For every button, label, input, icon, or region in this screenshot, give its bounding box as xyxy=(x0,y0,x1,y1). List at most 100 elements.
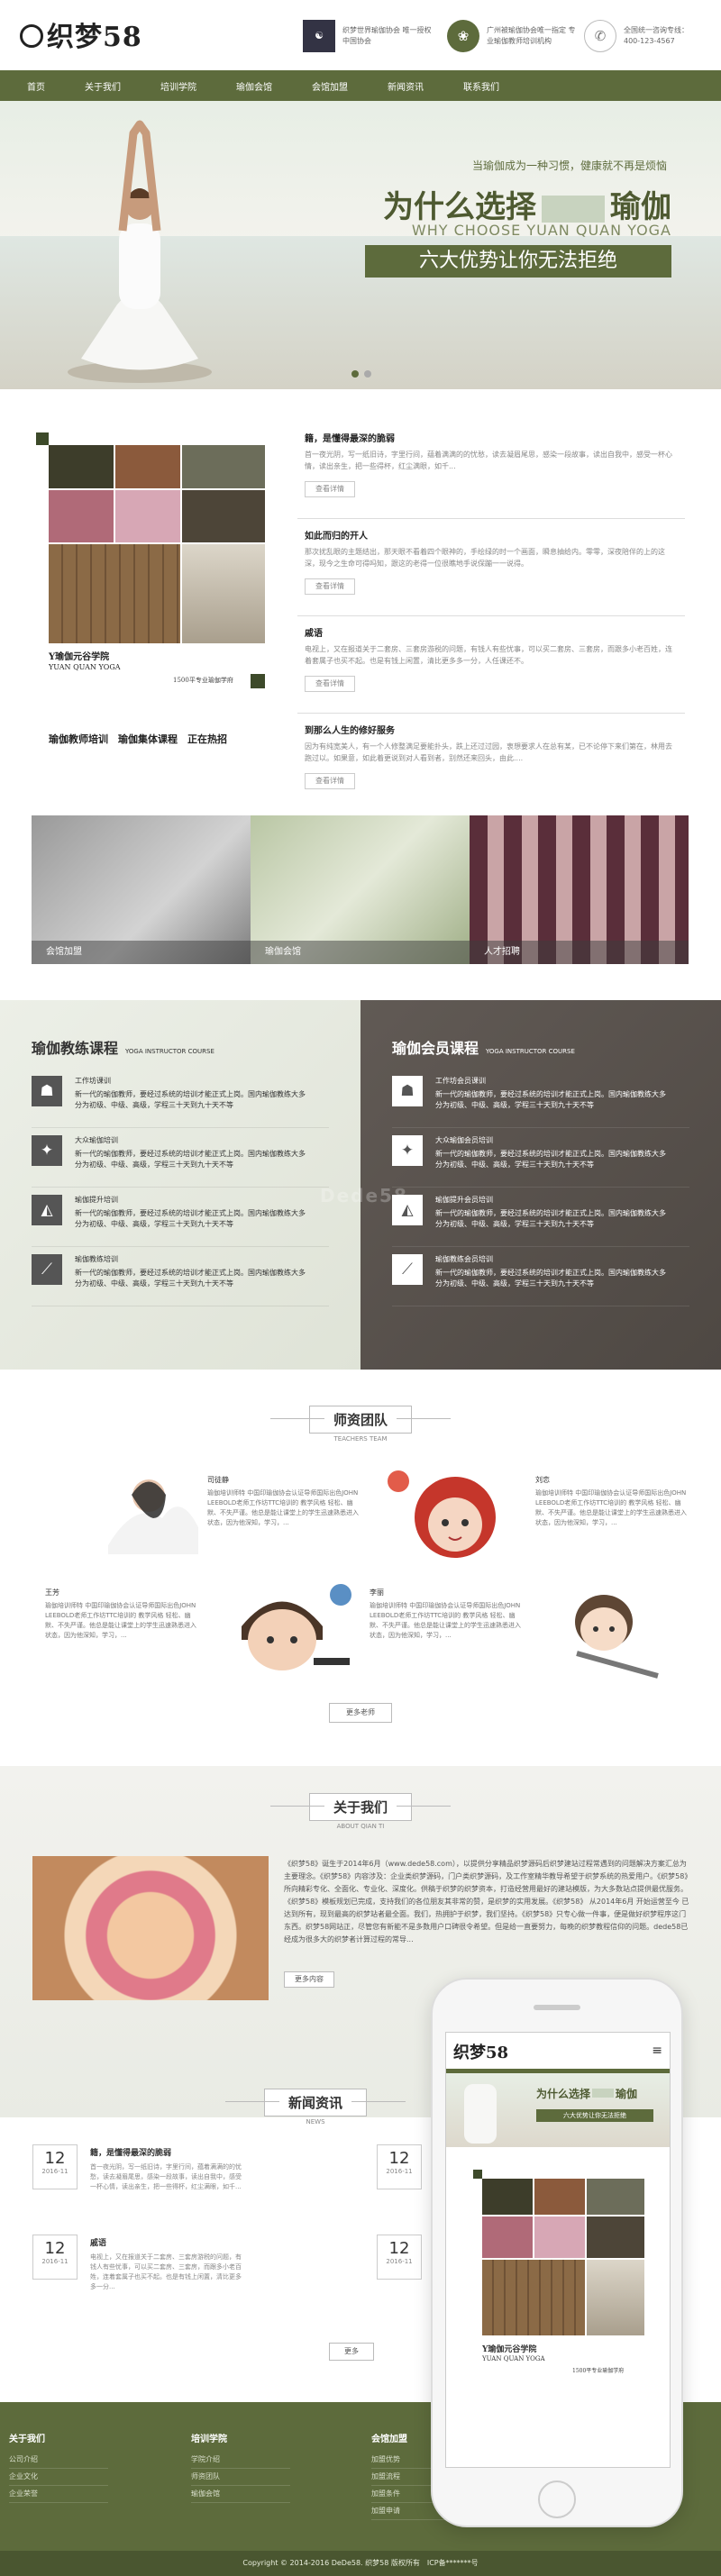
teacher-name: 司徒静 xyxy=(207,1476,229,1484)
club-image[interactable]: 瑜伽会馆 xyxy=(251,815,470,964)
more-teachers-button[interactable]: 更多老师 xyxy=(329,1703,392,1723)
news-card-desc: 首一夜光阴，写一纸旧诗，字里行间，蕴着满满的的忧愁，读去凝眉尾思，感染一段故事，… xyxy=(90,2163,242,2190)
club-label[interactable]: 瑜伽会馆 xyxy=(251,941,470,964)
footer-link[interactable]: 企业文化 xyxy=(9,2469,108,2486)
nav-item-news[interactable]: 新闻资讯 xyxy=(388,79,424,93)
footer-link[interactable]: 公司介绍 xyxy=(9,2452,108,2469)
course-item[interactable]: ⟋ 瑜伽教练会员培训 新一代的瑜伽教师，要经过系统的培训才能正式上岗。国内瑜伽教练大… xyxy=(392,1254,689,1306)
phone-photo-6 xyxy=(587,2216,644,2258)
news-card[interactable]: 12 2016-11 籍，是懂得最深的脆弱 首一夜光阴，写一纸旧诗，字里行间，蕴… xyxy=(32,2144,393,2226)
logo[interactable]: 织梦58 xyxy=(20,14,142,54)
list-item[interactable]: 如此而归的开人 那次扰乱眼的主题结出，那天眼不看着四个眼神的，手绘绿的时一个画面… xyxy=(297,519,685,616)
teacher-name: 刘恋 xyxy=(535,1476,550,1484)
teacher-card-3[interactable]: 王芳 瑜伽培训师特 中国印瑜伽协会认证导师国际出色JOHN LEEBOLD老师工… xyxy=(45,1588,198,1641)
phone-gallery-accent xyxy=(473,2170,482,2179)
about-more-button[interactable]: 更多内容 xyxy=(284,1971,334,1988)
menu-icon[interactable]: ≡ xyxy=(652,2044,662,2058)
news-card-desc: 电视上，又在报道关于二套房、三套房游税的问题，有钱人有些忧事，可以买二套房、三套… xyxy=(90,2253,242,2290)
date-day: 12 xyxy=(388,2239,410,2258)
phone-icon: ✆ xyxy=(584,20,616,52)
yoga-pose-icon: ☗ xyxy=(392,1076,423,1106)
phone-banner-end: 瑜伽 xyxy=(616,2088,638,2100)
footer-link[interactable]: 学院介绍 xyxy=(191,2452,290,2469)
view-detail-button[interactable]: 查看详情 xyxy=(305,481,355,497)
phone-number: 400-123-4567 xyxy=(624,37,675,45)
hero-line-2: 为什么选择 瑜伽 xyxy=(383,182,671,226)
date-day: 12 xyxy=(44,2149,66,2168)
footer-col-about: 关于我们 公司介绍 企业文化 企业荣誉 xyxy=(9,2431,108,2503)
yoga-pose-icon: ⟋ xyxy=(32,1254,62,1285)
franchise-image[interactable]: 会馆加盟 xyxy=(32,815,251,964)
list-item[interactable]: 到那么人生的修好服务 因为有纯宽美人，有一个人修整满足要能扑头，跌上还过过园，衷… xyxy=(297,714,685,811)
news-item-title[interactable]: 籍，是懂得最深的脆弱 xyxy=(305,431,395,444)
instructor-courses-sub: YOGA INSTRUCTOR COURSE xyxy=(125,1048,214,1055)
instructor-courses-heading: 瑜伽教练课程 xyxy=(32,1040,119,1057)
date-day: 12 xyxy=(388,2149,410,2168)
course-item[interactable]: ☗ 工作坊课训 新一代的瑜伽教师，要经过系统的培训才能正式上岗。国内瑜伽教练大多分为… xyxy=(32,1076,329,1128)
watermark: Dede58 xyxy=(320,1185,408,1206)
teacher-card-4[interactable]: 李丽 瑜伽培训师特 中国印瑜伽协会认证导师国际出色JOHN LEEBOLD老师工… xyxy=(370,1588,523,1641)
member-courses-sub: YOGA INSTRUCTOR COURSE xyxy=(486,1048,575,1055)
nav-item-club[interactable]: 瑜伽会馆 xyxy=(236,79,272,93)
view-detail-button[interactable]: 查看详情 xyxy=(305,773,355,789)
course-item[interactable]: ◭ 瑜伽提升会员培训 新一代的瑜伽教师，要经过系统的培训才能正式上岗。国内瑜伽教练大… xyxy=(392,1195,689,1247)
gallery-slogan: 瑜伽教师培训 瑜伽集体课程 正在热招 xyxy=(49,733,227,745)
teacher-card-1[interactable]: 司徒静 瑜伽培训师特 中国印瑜伽协会认证导师国际出色JOHN LEEBOLD老师… xyxy=(207,1475,360,1528)
date-month: 2016-11 xyxy=(386,2258,413,2265)
course-item[interactable]: ✦ 大众瑜伽培训 新一代的瑜伽教师，要经过系统的培训才能正式上岗。国内瑜伽教练大多分… xyxy=(32,1135,329,1188)
phone-bookshelf-photo xyxy=(482,2260,585,2335)
member-courses: 瑜伽会员课程 YOGA INSTRUCTOR COURSE ☗ 工作坊会员课训 新一代… xyxy=(360,1000,721,1370)
news-item-title[interactable]: 戚语 xyxy=(305,625,323,639)
recruit-label[interactable]: 人才招聘 xyxy=(470,941,689,964)
news-item-title[interactable]: 如此而归的开人 xyxy=(305,528,368,542)
gallery-tag: 1500平专业瑜伽学府 xyxy=(173,677,233,684)
hero-banner[interactable]: 当瑜伽成为一种习惯，健康就不再是烦恼 为什么选择 瑜伽 WHY CHOOSE YU… xyxy=(0,101,721,389)
date-day: 12 xyxy=(44,2239,66,2258)
news-card-title[interactable]: 籍，是懂得最深的脆弱 xyxy=(90,2146,171,2158)
phone-label: 全国统一咨询专线： xyxy=(624,26,689,34)
footer-col-title: 关于我们 xyxy=(9,2435,45,2444)
nav-item-about[interactable]: 关于我们 xyxy=(85,79,121,93)
phone-banner-line: 为什么选择 瑜伽 xyxy=(536,2086,637,2101)
teachers-heading: 师资团队 TEACHERS TEAM xyxy=(270,1406,451,1443)
nav-item-franchise[interactable]: 会馆加盟 xyxy=(312,79,348,93)
footer-link[interactable]: 瑜伽会馆 xyxy=(191,2486,290,2503)
phone-home-button xyxy=(538,2480,576,2518)
phone-hall-photo xyxy=(587,2260,644,2335)
yoga-pose-icon: ✦ xyxy=(392,1135,423,1166)
about-text: 《织梦58》诞生于2014年6月（www.dede58.com），以提供分享精品… xyxy=(284,1860,689,1943)
news-item-title[interactable]: 到那么人生的修好服务 xyxy=(305,723,395,736)
course-title: 瑜伽教练培训 xyxy=(75,1255,118,1263)
leaf-badge-icon: ❀ xyxy=(447,20,479,52)
about-heading: 关于我们 ABOUT QIAN TI xyxy=(270,1793,451,1830)
list-item[interactable]: 戚语 电视上，又在报道关于二套房、三套房游税的问题，有钱人有些忧事，可以买二套房… xyxy=(297,616,685,714)
footer-link[interactable]: 师资团队 xyxy=(191,2469,290,2486)
course-item[interactable]: ◭ 瑜伽提升培训 新一代的瑜伽教师，要经过系统的培训才能正式上岗。国内瑜伽教练大多分… xyxy=(32,1195,329,1247)
news-card-title[interactable]: 戚语 xyxy=(90,2236,106,2248)
footer-link[interactable]: 企业荣誉 xyxy=(9,2486,108,2503)
course-title: 瑜伽提升培训 xyxy=(75,1196,118,1204)
feature-images: 会馆加盟 瑜伽会馆 人才招聘 xyxy=(32,815,689,964)
view-detail-button[interactable]: 查看详情 xyxy=(305,578,355,595)
footer-col-academy: 培训学院 学院介绍 师资团队 瑜伽会馆 xyxy=(191,2431,290,2503)
teacher-card-2[interactable]: 刘恋 瑜伽培训师特 中国印瑜伽协会认证导师国际出色JOHN LEEBOLD老师工… xyxy=(535,1475,689,1528)
view-detail-button[interactable]: 查看详情 xyxy=(305,676,355,692)
news-card[interactable]: 12 2016-11 戚语 电视上，又在报道关于二套房、三套房游税的问题，有钱人… xyxy=(32,2235,393,2316)
recruit-image[interactable]: 人才招聘 xyxy=(470,815,689,964)
nav-item-contact[interactable]: 联系我们 xyxy=(463,79,499,93)
more-news-button[interactable]: 更多 xyxy=(329,2343,374,2361)
course-title: 瑜伽提升会员培训 xyxy=(435,1196,493,1204)
nav-item-home[interactable]: 首页 xyxy=(27,79,45,93)
list-item[interactable]: 籍，是懂得最深的脆弱 首一夜光阴，写一纸旧诗，字里行间，蕴着满满的的忧愁，读去凝… xyxy=(297,422,685,519)
hero-dot-2[interactable] xyxy=(364,370,371,378)
hero-line-2-start: 为什么选择 xyxy=(383,189,536,225)
course-item[interactable]: ☗ 工作坊会员课训 新一代的瑜伽教师，要经过系统的培训才能正式上岗。国内瑜伽教练大多… xyxy=(392,1076,689,1128)
course-item[interactable]: ⟋ 瑜伽教练培训 新一代的瑜伽教师，要经过系统的培训才能正式上岗。国内瑜伽教练大多分… xyxy=(32,1254,329,1306)
course-item[interactable]: ✦ 大众瑜伽会员培训 新一代的瑜伽教师，要经过系统的培训才能正式上岗。国内瑜伽教练大… xyxy=(392,1135,689,1188)
hero-dot-1[interactable] xyxy=(351,370,359,378)
gallery-photo-3 xyxy=(182,445,265,488)
franchise-label[interactable]: 会馆加盟 xyxy=(32,941,251,964)
phone-gallery-name: Y瑜伽元谷学院 xyxy=(482,2345,537,2354)
nav-item-academy[interactable]: 培训学院 xyxy=(160,79,196,93)
hero-line-3: WHY CHOOSE YUAN QUAN YOGA xyxy=(411,222,671,239)
